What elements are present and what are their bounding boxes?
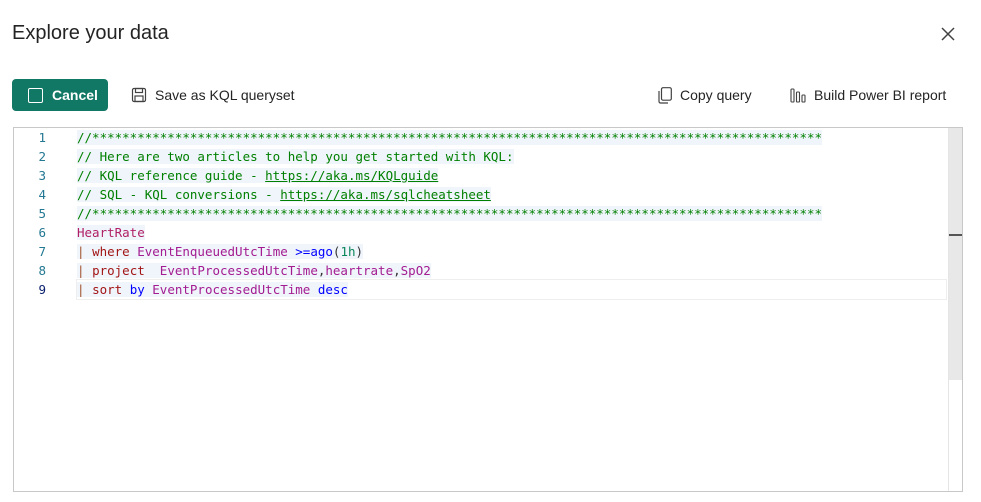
- number-token: 1h: [340, 244, 356, 259]
- line-number: 6: [38, 225, 46, 240]
- code-line: //**************************************…: [77, 204, 946, 223]
- cancel-label: Cancel: [52, 87, 98, 103]
- power-bi-icon: [790, 87, 806, 103]
- line-number: 3: [38, 168, 46, 183]
- copy-label: Copy query: [680, 87, 752, 103]
- comment-text: //**************************************…: [77, 130, 823, 145]
- pipe-token: |: [77, 244, 93, 259]
- comment-text: // Here are two articles to help you get…: [77, 149, 514, 164]
- code-line: HeartRate: [77, 223, 946, 242]
- keyword-token: where: [92, 244, 130, 259]
- dialog-title: Explore your data: [12, 22, 169, 44]
- close-button[interactable]: [936, 22, 960, 46]
- copy-icon: [658, 86, 672, 104]
- toolbar: Cancel Save as KQL queryset Copy query B…: [12, 79, 962, 111]
- save-icon: [131, 87, 147, 103]
- code-line: //**************************************…: [77, 128, 946, 147]
- paren-token: ): [355, 244, 364, 259]
- close-icon: [941, 27, 955, 41]
- column-token: heartrate: [325, 263, 394, 278]
- kql-guide-link[interactable]: https://aka.ms/KQLguide: [265, 168, 438, 183]
- keyword-token: desc: [310, 282, 348, 297]
- column-token: EventProcessedUtcTime: [152, 282, 311, 297]
- cancel-icon: [28, 87, 43, 103]
- column-token: EventEnqueuedUtcTime: [129, 244, 296, 259]
- power-bi-label: Build Power BI report: [814, 87, 947, 103]
- line-number-gutter: 1 2 3 4 5 6 7 8 9: [14, 128, 74, 491]
- vertical-scrollbar[interactable]: [948, 128, 962, 491]
- scrollbar-cursor-marker: [949, 234, 962, 236]
- comment-text: //**************************************…: [77, 206, 823, 221]
- save-kql-queryset-button[interactable]: Save as KQL queryset: [131, 79, 295, 111]
- operator-token: >=: [295, 244, 311, 259]
- code-line-active: | sort by EventProcessedUtcTime desc: [76, 279, 947, 300]
- comment-text: // SQL - KQL conversions -: [77, 187, 281, 202]
- copy-query-button[interactable]: Copy query: [658, 79, 752, 111]
- line-number: 5: [38, 206, 46, 221]
- column-token: SpO2: [400, 263, 431, 278]
- line-number: 4: [38, 187, 46, 202]
- line-number: 1: [38, 130, 46, 145]
- keyword-token: by: [122, 282, 153, 297]
- line-number: 7: [38, 244, 46, 259]
- keyword-token: sort: [92, 282, 123, 297]
- pipe-token: |: [77, 263, 93, 278]
- sql-cheatsheet-link[interactable]: https://aka.ms/sqlcheatsheet: [280, 187, 491, 202]
- query-editor[interactable]: 1 2 3 4 5 6 7 8 9 //********************…: [13, 127, 963, 492]
- function-token: ago: [310, 244, 333, 259]
- comment-text: // KQL reference guide -: [77, 168, 266, 183]
- scrollbar-thumb[interactable]: [949, 128, 962, 380]
- save-label: Save as KQL queryset: [155, 87, 295, 103]
- code-line: // SQL - KQL conversions - https://aka.m…: [77, 185, 946, 204]
- cancel-button[interactable]: Cancel: [12, 79, 108, 111]
- line-number-active: 9: [38, 282, 46, 297]
- code-line: | where EventEnqueuedUtcTime >=ago(1h): [77, 242, 946, 261]
- keyword-token: project: [92, 263, 145, 278]
- column-token: EventProcessedUtcTime: [144, 263, 318, 278]
- build-power-bi-report-button[interactable]: Build Power BI report: [790, 79, 946, 111]
- line-number: 2: [38, 149, 46, 164]
- line-number: 8: [38, 263, 46, 278]
- pipe-token: |: [77, 282, 93, 297]
- code-line: // KQL reference guide - https://aka.ms/…: [77, 166, 946, 185]
- comma-token: ,: [393, 263, 401, 278]
- code-lines[interactable]: //**************************************…: [76, 128, 947, 300]
- table-name: HeartRate: [77, 225, 145, 240]
- code-line: | project EventProcessedUtcTime,heartrat…: [77, 261, 946, 280]
- code-line: // Here are two articles to help you get…: [77, 147, 946, 166]
